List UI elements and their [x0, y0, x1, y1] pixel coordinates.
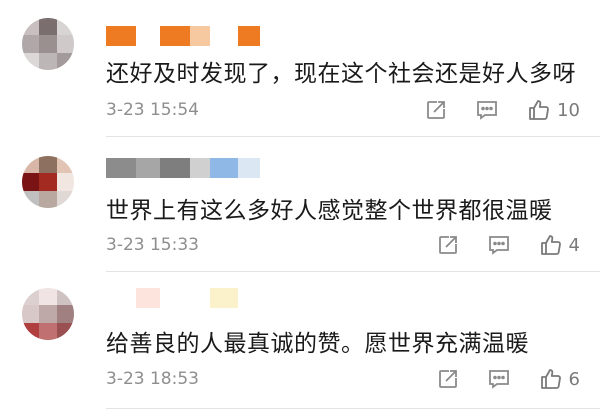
avatar-pixel — [56, 288, 74, 306]
reply-button[interactable] — [487, 234, 511, 256]
username-pixel — [160, 26, 190, 46]
avatar-pixel — [56, 322, 74, 340]
comment-actions: 10 — [397, 96, 580, 124]
username-pixel — [136, 26, 160, 46]
comment-icon — [488, 236, 509, 255]
avatar-pixel — [22, 18, 40, 36]
like-button[interactable]: 10 — [527, 98, 580, 122]
avatar-pixel — [39, 52, 57, 70]
like-count: 6 — [568, 368, 580, 390]
divider — [106, 408, 600, 409]
username-pixel — [238, 288, 260, 308]
username-pixel — [106, 158, 136, 178]
username-pixel — [106, 26, 136, 46]
avatar-pixel — [39, 305, 57, 323]
username-pixel — [238, 26, 260, 46]
share-button[interactable] — [425, 99, 447, 121]
comment-item: 世界上有这么多好人感觉整个世界都很温暖 3-23 15:33 4 — [0, 138, 600, 276]
avatar-pixel — [22, 190, 40, 208]
comment-actions: 6 — [409, 365, 580, 393]
avatar-pixel — [22, 305, 40, 323]
comment-text: 还好及时发现了，现在这个社会还是好人多呀 — [106, 61, 576, 87]
comment-icon — [477, 101, 497, 120]
avatar[interactable] — [22, 288, 74, 340]
avatar-pixel — [39, 190, 57, 208]
thumbs-up-icon — [540, 369, 561, 389]
avatar-pixel — [22, 156, 40, 174]
comment-icon — [488, 370, 509, 389]
username-pixel — [190, 26, 210, 46]
avatar-pixel — [56, 35, 74, 53]
username-pixel — [238, 158, 260, 178]
avatar[interactable] — [22, 18, 74, 70]
reply-button[interactable] — [475, 99, 499, 121]
like-button[interactable]: 6 — [539, 367, 580, 391]
avatar-pixel — [39, 322, 57, 340]
like-count: 10 — [557, 99, 580, 121]
avatar-pixel — [39, 173, 57, 191]
avatar-pixel — [39, 156, 57, 174]
avatar-pixel — [22, 288, 40, 306]
share-icon — [427, 101, 445, 119]
avatar-pixel — [56, 305, 74, 323]
username-blurred[interactable] — [106, 158, 260, 178]
reply-button[interactable] — [487, 368, 511, 390]
like-button[interactable]: 4 — [539, 233, 580, 257]
avatar-pixel — [56, 52, 74, 70]
username-pixel — [136, 288, 160, 308]
avatar-pixel — [22, 322, 40, 340]
divider — [106, 136, 600, 137]
avatar-pixel — [56, 190, 74, 208]
share-button[interactable] — [437, 234, 459, 256]
comment-text: 给善良的人最真诚的赞。愿世界充满温暖 — [106, 331, 529, 357]
username-pixel — [160, 288, 190, 308]
comment-time: 3-23 15:54 — [106, 100, 199, 120]
comment-time: 3-23 15:33 — [106, 235, 199, 255]
like-count: 4 — [568, 234, 580, 256]
share-icon — [438, 236, 457, 254]
avatar-pixel — [56, 173, 74, 191]
avatar-pixel — [22, 173, 40, 191]
comment-item: 给善良的人最真诚的赞。愿世界充满温暖 3-23 18:53 6 — [0, 272, 600, 410]
avatar-pixel — [56, 156, 74, 174]
avatar-pixel — [56, 18, 74, 36]
thumbs-up-icon — [529, 100, 549, 120]
username-pixel — [136, 158, 160, 178]
comment-text: 世界上有这么多好人感觉整个世界都很温暖 — [106, 198, 553, 224]
share-button[interactable] — [437, 368, 459, 390]
avatar[interactable] — [22, 156, 74, 208]
username-pixel — [210, 158, 238, 178]
username-blurred[interactable] — [106, 26, 260, 46]
avatar-pixel — [22, 35, 40, 53]
username-pixel — [106, 288, 136, 308]
avatar-pixel — [39, 18, 57, 36]
username-pixel — [160, 158, 190, 178]
avatar-pixel — [39, 35, 57, 53]
avatar-pixel — [22, 52, 40, 70]
avatar-pixel — [39, 288, 57, 306]
username-pixel — [210, 26, 238, 46]
share-icon — [438, 370, 457, 388]
comment-time: 3-23 18:53 — [106, 369, 199, 389]
username-blurred[interactable] — [106, 288, 260, 308]
username-pixel — [190, 158, 210, 178]
comment-item: 还好及时发现了，现在这个社会还是好人多呀 3-23 15:54 10 — [0, 0, 600, 138]
comment-actions: 4 — [409, 231, 580, 259]
username-pixel — [210, 288, 238, 308]
thumbs-up-icon — [540, 235, 561, 255]
username-pixel — [190, 288, 210, 308]
